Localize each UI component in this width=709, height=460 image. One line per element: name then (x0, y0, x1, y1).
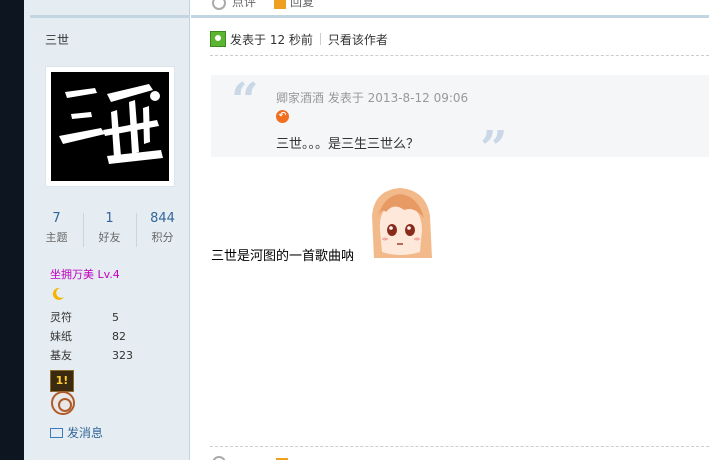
stat-friends-label: 好友 (98, 231, 121, 244)
avatar-image (51, 72, 169, 181)
quote-block: “ 卿家酒酒 发表于 2013-8-12 09:06 ↶ 三世。。。是三生三世么… (211, 73, 709, 173)
online-user-icon (210, 31, 226, 47)
quote-text: 三世。。。是三生三世么？ (276, 137, 420, 152)
stat-points-label: 积分 (151, 231, 174, 244)
stat-friends-value: 1 (105, 211, 114, 226)
rate-link[interactable]: 点评 (232, 0, 256, 9)
quote-meta: 卿家酒酒 发表于 2013-8-12 09:06 (276, 89, 468, 106)
meta-separator (319, 33, 321, 45)
info-value: 5 (112, 311, 119, 324)
send-message-link[interactable]: 发消息 (50, 424, 103, 441)
rate-icon[interactable] (212, 456, 226, 460)
quote-time: 发表于 2013-8-12 09:06 (327, 91, 469, 105)
open-quote-icon: “ (231, 73, 259, 129)
username[interactable]: 三世 (45, 31, 69, 48)
stat-threads-label: 主题 (45, 231, 68, 244)
info-row-meizhi: 妹纸 82 (50, 328, 126, 344)
top-action-bar: 点评 回复 (212, 0, 314, 10)
info-row-lingfu: 灵符 5 (50, 309, 119, 325)
sidebar-top-border (30, 15, 190, 18)
moon-icon (50, 286, 66, 302)
stat-threads-value: 7 (52, 211, 61, 226)
outer-dark-strip (0, 0, 24, 460)
post-meta: 发表于 12 秒前 只看该作者 (210, 31, 388, 48)
info-key: 妹纸 (50, 330, 72, 343)
mail-icon (50, 428, 63, 438)
quote-author[interactable]: 卿家酒酒 (276, 91, 324, 105)
info-key: 灵符 (50, 311, 72, 324)
only-author-link[interactable]: 只看该作者 (328, 33, 388, 47)
user-rank[interactable]: 坐拥万美 Lv.4 (50, 266, 120, 282)
medal-icon[interactable]: 1! (50, 370, 74, 392)
jump-to-original-icon[interactable]: ↶ (276, 110, 289, 123)
user-stats: 7 主题 1 好友 844 积分 (30, 209, 190, 251)
stat-friends[interactable]: 1 好友 (83, 209, 136, 247)
user-sidebar: 三世 7 主题 1 好友 844 积分 坐拥万美 Lv.4 灵符 5 妹纸 82… (30, 0, 190, 460)
post-body-text: 三世是河图的一首歌曲呐 (211, 249, 355, 264)
post-bottom-divider (210, 446, 709, 447)
reply-link[interactable]: 回复 (290, 0, 314, 9)
info-value: 323 (112, 349, 133, 362)
send-message-label: 发消息 (67, 426, 104, 440)
meta-divider (210, 55, 709, 56)
stat-threads[interactable]: 7 主题 (30, 209, 83, 247)
avatar[interactable] (45, 66, 175, 187)
swirl-medal-icon[interactable] (51, 391, 75, 415)
anime-girl-sticker (364, 186, 436, 258)
reply-icon[interactable] (274, 0, 287, 9)
close-quote-icon: ” (480, 121, 508, 177)
rate-icon[interactable] (212, 0, 226, 10)
post-time: 发表于 12 秒前 (230, 33, 313, 47)
post-top-border (191, 15, 709, 18)
info-key: 基友 (50, 349, 72, 362)
stat-points-value: 844 (150, 211, 175, 226)
bottom-action-bar (212, 456, 288, 460)
info-row-jiyou: 基友 323 (50, 347, 133, 363)
info-value: 82 (112, 330, 126, 343)
stat-points[interactable]: 844 积分 (136, 209, 189, 247)
